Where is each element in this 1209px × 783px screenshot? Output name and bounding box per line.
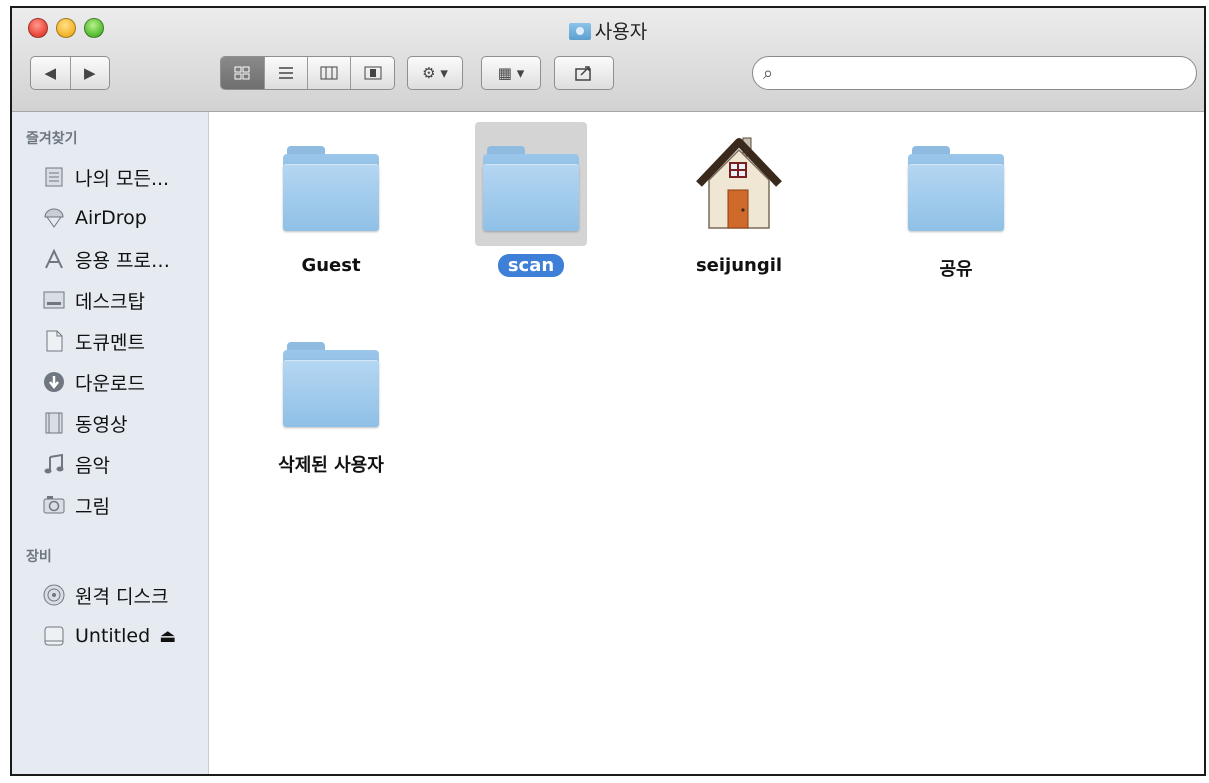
- sidebar-item-desktop[interactable]: 데스크탑: [42, 283, 145, 317]
- drive-icon: [42, 624, 66, 648]
- users-folder-icon: [568, 23, 591, 40]
- share-icon: [575, 66, 591, 81]
- sidebar-item-label: 다운로드: [75, 372, 145, 395]
- documents-icon: [42, 329, 66, 353]
- window-title-text: 사용자: [594, 21, 648, 43]
- sidebar-item-applications[interactable]: 응용 프로…: [42, 242, 170, 276]
- remote-disc-icon: [42, 583, 66, 607]
- sidebar-item-label: AirDrop: [75, 207, 147, 229]
- title-bar: 사용자 ◀ ▶ ⚙ ▾ ▦ ▾ ⌕: [12, 8, 1204, 112]
- icon-view-button[interactable]: [221, 57, 264, 89]
- file-browser-area: Guest scan seijungil 공유 삭제된 사용자: [209, 112, 1204, 774]
- gear-icon: ⚙ ▾: [422, 64, 448, 82]
- sidebar-item-documents[interactable]: 도큐멘트: [42, 324, 145, 358]
- sidebar-item-label: 도큐멘트: [75, 331, 145, 354]
- column-view-button[interactable]: [306, 57, 351, 89]
- finder-window: 사용자 ◀ ▶ ⚙ ▾ ▦ ▾ ⌕ 즐겨찾기 나의 모든... AirDrop …: [10, 6, 1206, 776]
- sidebar-item-remote-disc[interactable]: 원격 디스크: [42, 578, 168, 612]
- folder-item[interactable]: 삭제된 사용자: [256, 318, 406, 478]
- search-input[interactable]: [787, 61, 1191, 87]
- sidebar-item-movies[interactable]: 동영상: [42, 406, 127, 440]
- folder-item[interactable]: 공유: [881, 122, 1031, 282]
- sidebar-item-label: 데스크탑: [75, 290, 145, 313]
- file-name-label: scan: [497, 254, 565, 277]
- file-name-label: 삭제된 사용자: [278, 455, 384, 476]
- folder-item[interactable]: Guest: [256, 122, 406, 277]
- folder-icon: [483, 146, 579, 231]
- sidebar-item-label: 그림: [75, 495, 110, 518]
- forward-arrow-icon: ▶: [83, 64, 96, 82]
- favorites-section-title: 즐겨찾기: [26, 131, 78, 147]
- sidebar-item-label: Untitled: [75, 625, 151, 647]
- sidebar-item-music[interactable]: 음악: [42, 447, 110, 481]
- sidebar-item-label: 음악: [75, 454, 110, 477]
- back-arrow-icon: ◀: [44, 64, 57, 82]
- folder-icon: [283, 146, 379, 231]
- applications-icon: [42, 247, 66, 271]
- home-icon: [696, 137, 782, 229]
- list-view-icon: [278, 67, 293, 79]
- arrange-icon: ▦ ▾: [497, 64, 525, 82]
- column-view-icon: [320, 66, 338, 80]
- forward-button[interactable]: ▶: [69, 57, 110, 89]
- share-button[interactable]: [554, 56, 614, 90]
- sidebar-item-label: 응용 프로…: [75, 249, 170, 272]
- list-view-button[interactable]: [263, 57, 307, 89]
- file-name-label: seijungil: [695, 255, 783, 276]
- downloads-icon: [42, 370, 66, 394]
- sidebar-item-label: 원격 디스크: [75, 585, 169, 608]
- sidebar: 즐겨찾기 나의 모든... AirDrop 응용 프로… 데스크탑 도큐멘트 다…: [12, 112, 209, 774]
- desktop-icon: [42, 288, 66, 312]
- airdrop-icon: [42, 206, 66, 230]
- folder-item-selected[interactable]: scan: [456, 122, 606, 277]
- nav-buttons: ◀ ▶: [30, 56, 110, 90]
- sidebar-item-airdrop[interactable]: AirDrop: [42, 201, 147, 235]
- sidebar-item-untitled-drive[interactable]: Untitled ⏏: [42, 619, 176, 653]
- home-folder-item[interactable]: seijungil: [664, 122, 814, 277]
- coverflow-view-icon: [364, 66, 382, 80]
- folder-icon: [283, 342, 379, 427]
- eject-icon[interactable]: ⏏: [159, 626, 176, 647]
- icon-view-icon: [234, 66, 250, 80]
- folder-icon: [908, 146, 1004, 231]
- sidebar-item-label: 동영상: [75, 413, 128, 436]
- all-files-icon: [42, 165, 66, 189]
- pictures-icon: [42, 493, 66, 517]
- file-name-label: 공유: [939, 259, 973, 280]
- folder-icon-wrap: [900, 122, 1012, 246]
- back-button[interactable]: ◀: [31, 57, 70, 89]
- sidebar-item-pictures[interactable]: 그림: [42, 488, 110, 522]
- view-mode-control: [220, 56, 395, 90]
- file-name-label: Guest: [301, 255, 361, 276]
- folder-icon-wrap: [275, 318, 387, 442]
- sidebar-item-label: 나의 모든...: [75, 167, 170, 190]
- search-field[interactable]: ⌕: [752, 56, 1197, 90]
- sidebar-item-all-files[interactable]: 나의 모든...: [42, 160, 169, 194]
- movies-icon: [42, 411, 66, 435]
- coverflow-view-button[interactable]: [350, 57, 394, 89]
- folder-icon-wrap: [275, 122, 387, 246]
- window-title: 사용자: [12, 17, 1204, 44]
- action-menu-button[interactable]: ⚙ ▾: [407, 56, 463, 90]
- search-icon: ⌕: [763, 63, 774, 84]
- music-icon: [42, 452, 66, 476]
- arrange-menu-button[interactable]: ▦ ▾: [481, 56, 541, 90]
- devices-section-title: 장비: [26, 549, 52, 565]
- home-icon-wrap: [683, 122, 795, 246]
- folder-icon-wrap: [475, 122, 587, 246]
- sidebar-item-downloads[interactable]: 다운로드: [42, 365, 145, 399]
